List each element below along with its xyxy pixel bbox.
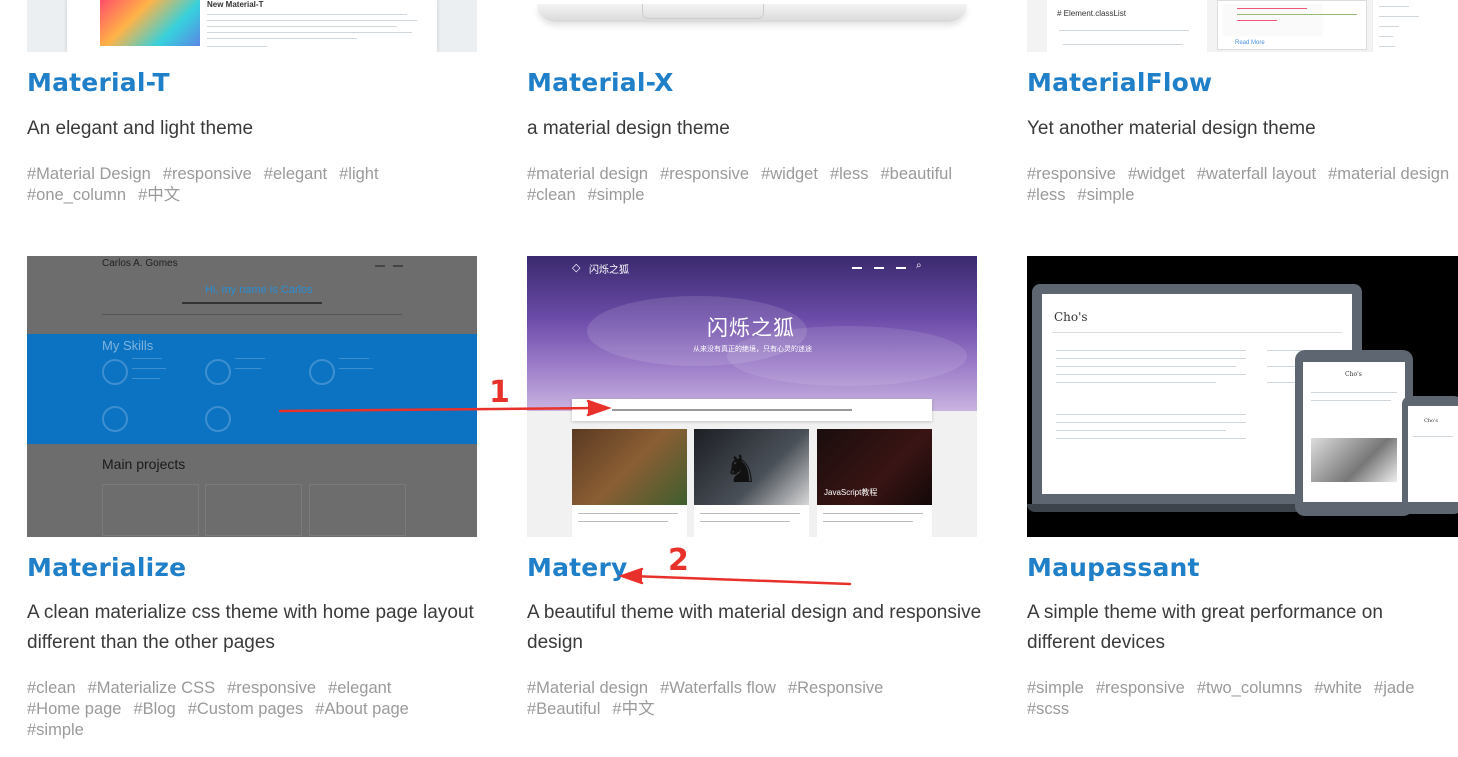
theme-tags-materialize: #clean #Materialize CSS #responsive #elegan… bbox=[27, 678, 427, 741]
tag[interactable]: #Custom pages bbox=[188, 700, 304, 718]
theme-description-maupassant: A simple theme with great performance on… bbox=[1027, 602, 1383, 653]
preview-post-card: JavaScript教程 bbox=[817, 429, 932, 537]
tag[interactable]: #material design bbox=[1328, 165, 1449, 183]
theme-title-material-t[interactable]: Material-T bbox=[27, 68, 170, 97]
search-icon: ⌕ bbox=[916, 260, 922, 271]
tag[interactable]: #中文 bbox=[138, 186, 180, 204]
tag[interactable]: #clean bbox=[527, 186, 576, 204]
preview-image bbox=[100, 0, 200, 46]
tag[interactable]: #jade bbox=[1374, 679, 1414, 697]
preview-post-title: New Material-T bbox=[207, 0, 264, 9]
annotation-arrow-2 bbox=[618, 567, 852, 586]
tag[interactable]: #Materialize CSS bbox=[88, 679, 215, 697]
tag[interactable]: #About page bbox=[315, 700, 409, 718]
theme-thumbnail-material-t[interactable]: New Material-T bbox=[27, 0, 477, 52]
tag[interactable]: #Beautiful bbox=[527, 700, 600, 718]
theme-tags-material-x: #material design #responsive #widget #less #… bbox=[527, 164, 972, 206]
tag[interactable]: #elegant bbox=[264, 165, 327, 183]
tag[interactable]: #beautiful bbox=[880, 165, 952, 183]
tag[interactable]: #simple bbox=[1078, 186, 1135, 204]
chess-piece-icon: ♞ bbox=[724, 449, 759, 491]
tag[interactable]: #two_columns bbox=[1197, 679, 1302, 697]
tag[interactable]: #Blog bbox=[133, 700, 175, 718]
tag[interactable]: #white bbox=[1314, 679, 1362, 697]
tag[interactable]: #Waterfalls flow bbox=[660, 679, 776, 697]
fox-logo-icon: ◇ bbox=[572, 262, 581, 274]
tag[interactable]: #simple bbox=[1027, 679, 1084, 697]
preview-blog-name: Cho's bbox=[1345, 371, 1362, 378]
theme-description-materialize: A clean materialize css theme with home … bbox=[27, 602, 474, 653]
tag[interactable]: #light bbox=[339, 165, 378, 183]
theme-thumbnail-matery[interactable]: ◇ 闪烁之狐 ⌕ 闪烁之狐 从来没有真正的绝境，只有心灵的迷途 ♞ JavaSc… bbox=[527, 256, 977, 537]
theme-tags-maupassant: #simple #responsive #two_columns #white #jad… bbox=[1027, 678, 1447, 720]
preview-hero-heading: Hi, my name is Carlos bbox=[205, 284, 313, 296]
preview-blog-name: Cho's bbox=[1054, 310, 1088, 324]
preview-author-name: Carlos A. Gomes bbox=[102, 258, 178, 269]
theme-description-matery: A beautiful theme with material design a… bbox=[527, 602, 982, 653]
tag[interactable]: #responsive bbox=[227, 679, 316, 697]
theme-description-material-t: An elegant and light theme bbox=[27, 118, 254, 139]
tag[interactable]: #responsive bbox=[1027, 165, 1116, 183]
theme-thumbnail-materialize[interactable]: Carlos A. Gomes Hi, my name is Carlos My… bbox=[27, 256, 477, 537]
preview-skills-section: My Skills bbox=[27, 334, 477, 444]
preview-read-more: Read More bbox=[1235, 40, 1265, 46]
tag[interactable]: #responsive bbox=[1096, 679, 1185, 697]
theme-title-maupassant[interactable]: Maupassant bbox=[1027, 553, 1200, 582]
tag[interactable]: #Material Design bbox=[27, 165, 151, 183]
preview-notice-bar bbox=[572, 399, 932, 421]
theme-title-materialflow[interactable]: MaterialFlow bbox=[1027, 68, 1212, 97]
tag[interactable]: #one_column bbox=[27, 186, 126, 204]
preview-post-card: ♞ bbox=[694, 429, 809, 537]
theme-thumbnail-maupassant[interactable]: Cho's Cho's Cho's bbox=[1027, 256, 1458, 537]
tag[interactable]: #simple bbox=[588, 186, 645, 204]
tag[interactable]: #less bbox=[1027, 186, 1066, 204]
tag[interactable]: #waterfall layout bbox=[1197, 165, 1316, 183]
theme-tags-materialflow: #responsive #widget #waterfall layout #mate… bbox=[1027, 164, 1458, 206]
preview-hero-banner: ◇ 闪烁之狐 ⌕ 闪烁之狐 从来没有真正的绝境，只有心灵的迷途 bbox=[527, 256, 977, 411]
tag[interactable]: #widget bbox=[761, 165, 818, 183]
tag[interactable]: #simple bbox=[27, 721, 84, 739]
preview-post-card bbox=[572, 429, 687, 537]
preview-post-title: JavaScript教程 bbox=[824, 488, 878, 497]
preview-heading: # Element.classList bbox=[1057, 9, 1126, 18]
tag[interactable]: #widget bbox=[1128, 165, 1185, 183]
theme-title-material-x[interactable]: Material-X bbox=[527, 68, 674, 97]
tag[interactable]: #Responsive bbox=[788, 679, 883, 697]
theme-thumbnail-materialflow[interactable]: # Element.classList Read More bbox=[1027, 0, 1458, 52]
tag[interactable]: #scss bbox=[1027, 700, 1069, 718]
annotation-marker-2: 2 bbox=[668, 543, 689, 578]
theme-tags-material-t: #Material Design #responsive #elegant #ligh… bbox=[27, 164, 467, 206]
preview-blog-name: Cho's bbox=[1424, 418, 1438, 424]
tag[interactable]: #Home page bbox=[27, 700, 121, 718]
tag[interactable]: #Material design bbox=[527, 679, 648, 697]
preview-hero-title: 闪烁之狐 bbox=[707, 317, 795, 340]
preview-hero-subtitle: 从来没有真正的绝境，只有心灵的迷途 bbox=[693, 346, 812, 353]
theme-description-material-x: a material design theme bbox=[527, 118, 730, 139]
theme-thumbnail-material-x[interactable] bbox=[527, 0, 977, 52]
tag[interactable]: #elegant bbox=[328, 679, 391, 697]
preview-site-name: 闪烁之狐 bbox=[589, 265, 629, 276]
tag[interactable]: #responsive bbox=[660, 165, 749, 183]
preview-skills-heading: My Skills bbox=[102, 338, 154, 353]
preview-projects-heading: Main projects bbox=[102, 456, 186, 472]
annotation-marker-1: 1 bbox=[489, 375, 510, 410]
theme-description-materialflow: Yet another material design theme bbox=[1027, 118, 1316, 139]
tag[interactable]: #material design bbox=[527, 165, 648, 183]
tag[interactable]: #clean bbox=[27, 679, 76, 697]
tag[interactable]: #less bbox=[830, 165, 869, 183]
theme-tags-matery: #Material design #Waterfalls flow #Respons… bbox=[527, 678, 927, 720]
tag[interactable]: #中文 bbox=[612, 700, 654, 718]
tag[interactable]: #responsive bbox=[163, 165, 252, 183]
theme-title-materialize[interactable]: Materialize bbox=[27, 553, 186, 582]
theme-title-matery[interactable]: Matery bbox=[527, 553, 627, 582]
